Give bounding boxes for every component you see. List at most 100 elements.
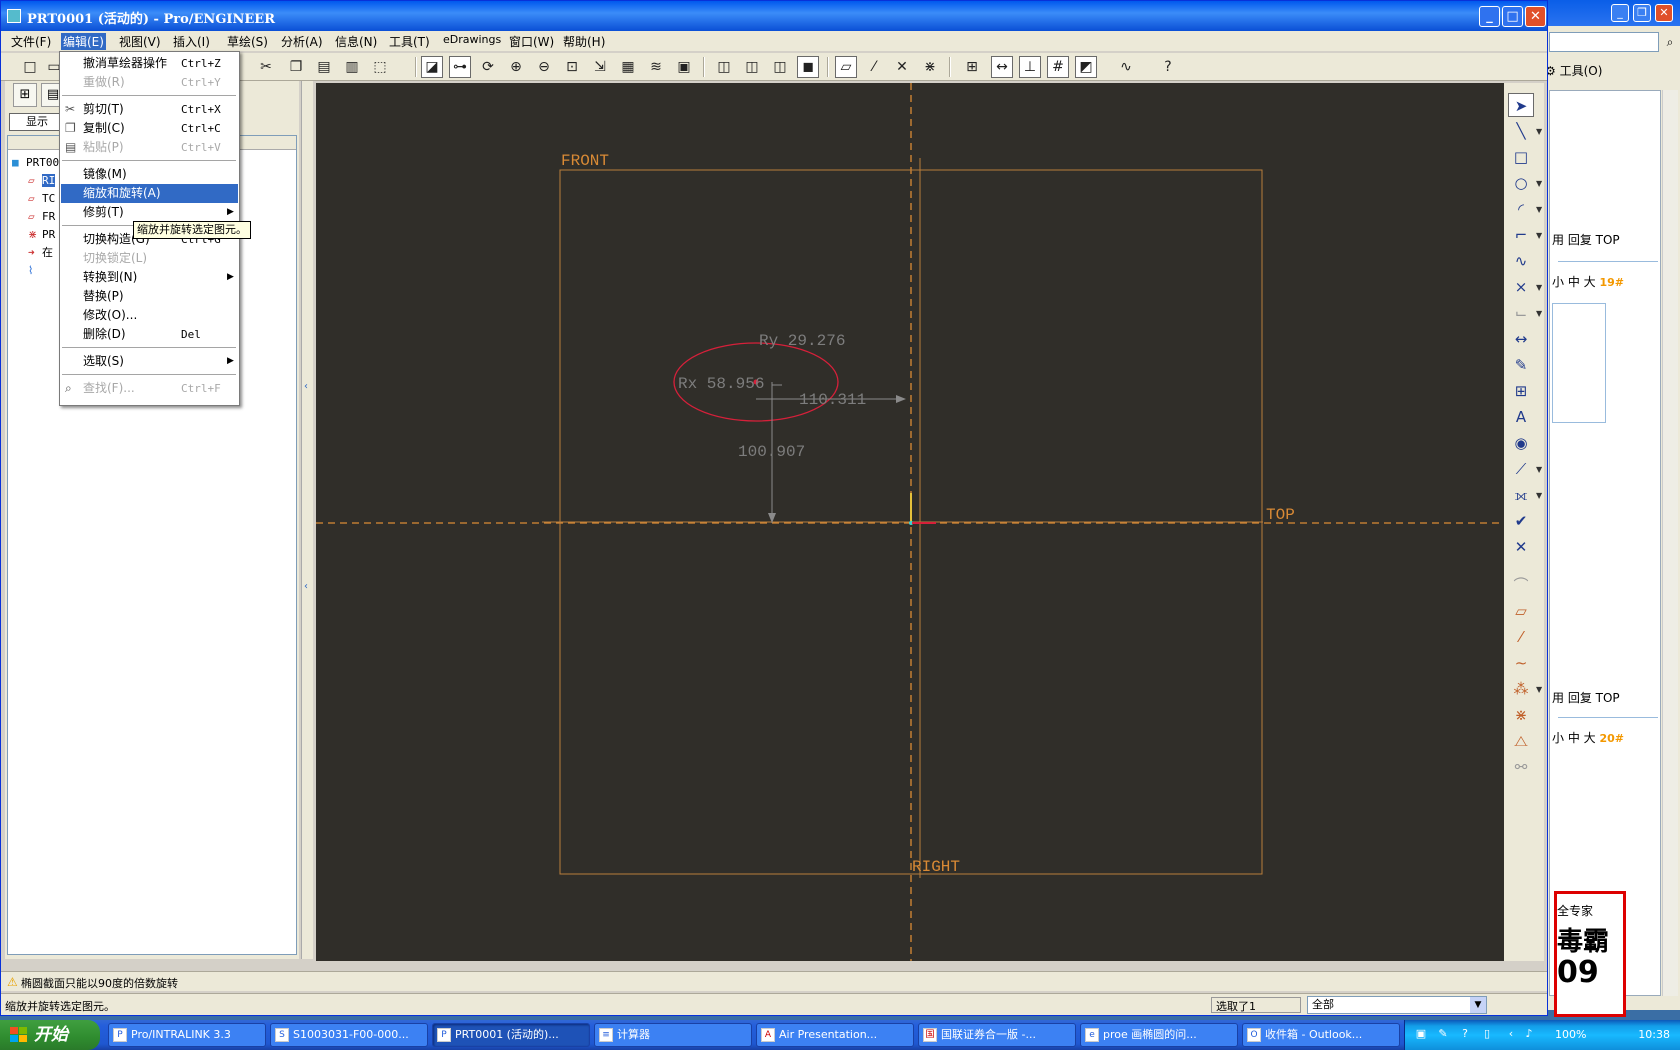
zoom-level[interactable]: 100%: [1555, 1028, 1586, 1041]
tree-item-front[interactable]: ▱ FR: [28, 208, 55, 225]
volume-icon[interactable]: ♪: [1521, 1027, 1537, 1043]
refit-icon[interactable]: ⊡: [561, 56, 583, 78]
tray-app-icon[interactable]: ▯: [1479, 1027, 1495, 1043]
menu-replace[interactable]: 替换(P): [61, 287, 238, 306]
browser-scrollbar[interactable]: [1662, 90, 1678, 996]
trim-tool-icon[interactable]: ⟋: [1508, 457, 1534, 481]
font-size-selector[interactable]: 小 中 大 19#: [1552, 273, 1624, 290]
tree-item-sketch[interactable]: ⌇: [28, 262, 42, 279]
orient-icon[interactable]: ⇲: [589, 56, 611, 78]
tree-item-insert-here[interactable]: ➜ 在: [28, 244, 53, 261]
circle-tool-icon[interactable]: ○: [1508, 171, 1534, 195]
link-tool-icon[interactable]: ⚯: [1508, 755, 1534, 779]
tray-app-icon[interactable]: ▣: [1413, 1027, 1429, 1043]
menu-tools[interactable]: 工具(T): [387, 33, 432, 50]
menu-file[interactable]: 文件(F): [9, 33, 53, 50]
menu-info[interactable]: 信息(N): [333, 33, 379, 50]
menu-scale-rotate[interactable]: 缩放和旋转(A): [61, 184, 238, 203]
sketch-view-icon[interactable]: ◪: [421, 56, 443, 78]
spline-tool-icon[interactable]: ∿: [1508, 249, 1534, 273]
menu-analysis[interactable]: 分析(A): [279, 33, 325, 50]
menu-help[interactable]: 帮助(H): [561, 33, 607, 50]
minimize-button[interactable]: _: [1479, 6, 1500, 27]
display-vertices-icon[interactable]: ◩: [1075, 56, 1097, 78]
zoom-in-icon[interactable]: ⊕: [505, 56, 527, 78]
mirror-tool-icon[interactable]: ⟗: [1508, 483, 1534, 507]
task-outlook[interactable]: O 收件箱 - Outlook...: [1242, 1023, 1400, 1047]
datum-plane-tool-icon[interactable]: ▱: [1508, 599, 1534, 623]
display-constraints-icon[interactable]: ⊥: [1019, 56, 1041, 78]
display-grid-icon[interactable]: #: [1047, 56, 1069, 78]
menu-copy[interactable]: ❐ 复制(C) Ctrl+C: [61, 119, 238, 138]
tray-expand-icon[interactable]: ‹: [1503, 1027, 1519, 1043]
datum-axes-icon[interactable]: ⁄: [863, 56, 885, 78]
menu-paste[interactable]: ▤ 粘贴(P) Ctrl+V: [61, 138, 238, 157]
select-arrow-icon[interactable]: ➤: [1508, 93, 1534, 117]
tray-app-icon[interactable]: ✎: [1435, 1027, 1451, 1043]
menu-select[interactable]: 选取(S) ▶: [61, 352, 238, 371]
wireframe-icon[interactable]: ◫: [713, 56, 735, 78]
layers-icon[interactable]: ≋: [645, 56, 667, 78]
paste-icon[interactable]: ▤: [313, 56, 335, 78]
paste-special-icon[interactable]: ▥: [341, 56, 363, 78]
ttt-icon[interactable]: ∿: [1115, 56, 1137, 78]
font-size-selector[interactable]: 小 中 大 20#: [1552, 729, 1624, 746]
menu-sketch[interactable]: 草绘(S): [225, 33, 270, 50]
modify-tool-icon[interactable]: ✎: [1508, 353, 1534, 377]
menu-mirror[interactable]: 镜像(M): [61, 165, 238, 184]
task-calculator[interactable]: ≡ 计算器: [594, 1023, 752, 1047]
zoom-out-icon[interactable]: ⊖: [533, 56, 555, 78]
saved-views-icon[interactable]: ▦: [617, 56, 639, 78]
accept-check-icon[interactable]: ✔: [1508, 509, 1534, 533]
menu-cut[interactable]: ✂ 剪切(T) Ctrl+X: [61, 100, 238, 119]
forum-post-actions[interactable]: 用 回复 TOP: [1552, 689, 1620, 706]
window-titlebar[interactable]: PRT0001 (活动的) - Pro/ENGINEER _ □ ✕: [1, 1, 1547, 31]
chevron-down-icon[interactable]: ▼: [1470, 997, 1486, 1013]
tree-item-csys[interactable]: ⋇ PR: [28, 226, 55, 243]
shading-icon[interactable]: ◼: [797, 56, 819, 78]
sketch-canvas[interactable]: FRONT TOP RIGHT Ry 29.276 Rx 58.956 110.…: [316, 83, 1506, 961]
task-securities[interactable]: 国国联证券合一版 -...: [918, 1023, 1076, 1047]
forum-post-actions[interactable]: 用 回复 TOP: [1552, 231, 1620, 248]
menu-delete[interactable]: 删除(D) Del: [61, 325, 238, 344]
menu-convert-to[interactable]: 转换到(N) ▶: [61, 268, 238, 287]
close-button[interactable]: ✕: [1525, 6, 1546, 27]
browser-tools-menu[interactable]: ⚙ 工具(O): [1545, 62, 1602, 79]
menu-trim[interactable]: 修剪(T) ▶: [61, 203, 238, 222]
cancel-x-icon[interactable]: ✕: [1508, 535, 1534, 559]
hidden-line-icon[interactable]: ◫: [741, 56, 763, 78]
task-s1003031[interactable]: S S1003031-F00-000...: [270, 1023, 428, 1047]
cut-icon[interactable]: ✂: [255, 56, 277, 78]
new-file-icon[interactable]: □: [19, 56, 41, 78]
tree-item-part[interactable]: ■ PRT00: [12, 154, 59, 171]
maximize-button[interactable]: □: [1502, 6, 1523, 27]
menu-window[interactable]: 窗口(W): [507, 33, 556, 50]
arc-tool-icon[interactable]: ◜: [1508, 197, 1534, 221]
datum-axis-tool-icon[interactable]: ⁄: [1508, 625, 1534, 649]
menu-insert[interactable]: 插入(I): [171, 33, 212, 50]
sketch-feature-icon[interactable]: ⌒: [1508, 573, 1534, 597]
point-tool-icon[interactable]: ×: [1508, 275, 1534, 299]
csys-icon[interactable]: ⋇: [919, 56, 941, 78]
datum-display-icon[interactable]: ⊶: [449, 56, 471, 78]
fillet-tool-icon[interactable]: ⌐: [1508, 223, 1534, 247]
entity-from-edge-icon[interactable]: ⌙: [1508, 301, 1534, 325]
dimension-tool-icon[interactable]: ↔: [1508, 327, 1534, 351]
menu-find[interactable]: ⌕ 查找(F)... Ctrl+F: [61, 379, 238, 398]
select-box-icon[interactable]: ⬚: [369, 56, 391, 78]
display-dimensions-icon[interactable]: ↔: [991, 56, 1013, 78]
task-intralink[interactable]: P Pro/INTRALINK 3.3: [108, 1023, 266, 1047]
panel-splitter[interactable]: ‹ ‹: [301, 81, 313, 959]
line-tool-icon[interactable]: ╲: [1508, 119, 1534, 143]
analysis-tool-icon[interactable]: ⧍: [1508, 729, 1534, 753]
menu-toggle-lock[interactable]: 切换锁定(L): [61, 249, 238, 268]
menu-edit[interactable]: 编辑(E): [61, 33, 106, 50]
rectangle-tool-icon[interactable]: □: [1508, 145, 1534, 169]
constraints-tool-icon[interactable]: ⊞: [1508, 379, 1534, 403]
filter-select[interactable]: 全部 ▼: [1307, 996, 1487, 1014]
search-icon[interactable]: ⌕: [1661, 32, 1679, 52]
minimize-icon[interactable]: _: [1611, 4, 1629, 22]
menu-redo[interactable]: 重做(R) Ctrl+Y: [61, 73, 238, 92]
csys-tool-icon[interactable]: ⋇: [1508, 703, 1534, 727]
datum-curve-tool-icon[interactable]: ∼: [1508, 651, 1534, 675]
